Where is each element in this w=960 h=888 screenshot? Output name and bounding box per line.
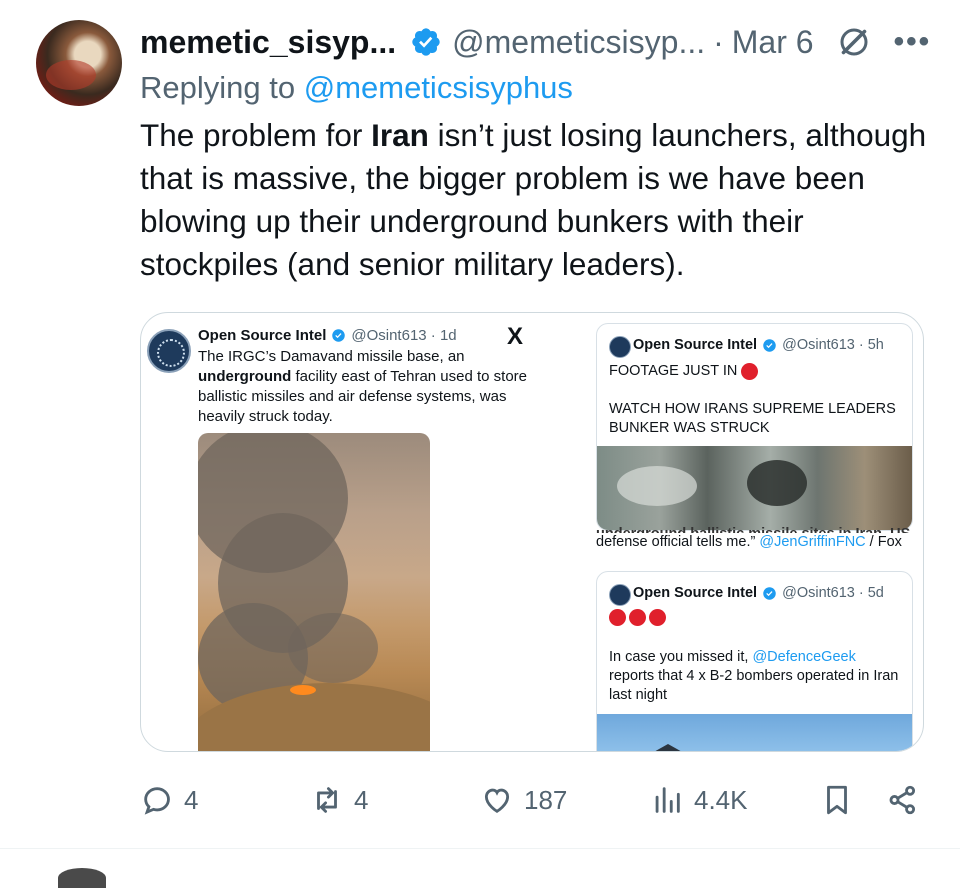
grok-icon[interactable] — [836, 24, 872, 60]
tweet-text-bold: Iran — [371, 117, 429, 153]
embedded-header: Open Source Intel @Osint613 · 5h — [633, 337, 884, 353]
tweet-date[interactable]: Mar 6 — [732, 24, 814, 61]
tweet-media[interactable]: Open Source Intel @Osint613 · 1d X The I… — [140, 312, 924, 752]
next-post-avatar[interactable] — [58, 868, 106, 888]
repost-icon — [317, 787, 337, 813]
red-circle-icon — [609, 608, 626, 626]
fragment-text: defense official tells me.” — [596, 534, 760, 550]
bookmark-icon — [827, 785, 847, 815]
embedded-name: Open Source Intel — [633, 337, 758, 353]
like-count: 187 — [524, 784, 568, 815]
embedded-header: Open Source Intel @Osint613 · 5d — [633, 585, 884, 601]
sky-image — [597, 714, 912, 751]
author-handle[interactable]: @memeticsisyp... — [452, 24, 705, 61]
verified-badge-icon — [763, 338, 776, 352]
fragment-mention[interactable]: @JenGriffinFNC — [759, 534, 865, 550]
embedded-name: Open Source Intel — [633, 585, 758, 601]
embedded-post-left: Open Source Intel @Osint613 · 1d X The I… — [141, 313, 561, 751]
embedded-text-2: reports that 4 x B-2 bombers operated in… — [609, 668, 899, 703]
tweet-text: The problem for Iran isn’t just losing l… — [140, 114, 940, 286]
embedded-handle-time: @Osint613 · 5d — [782, 585, 884, 601]
fragment-cut-text: underground ballistic missile sites in I… — [596, 525, 911, 533]
bookmark-button[interactable] — [820, 780, 854, 820]
embedded-post-top-right: Open Source Intel @Osint613 · 5h FOOTAGE… — [596, 323, 913, 531]
red-circle-icon — [629, 608, 646, 626]
reply-count: 4 — [184, 784, 199, 815]
fragment-tail: / Fox — [865, 534, 902, 550]
satellite-image — [597, 446, 912, 530]
author-avatar[interactable] — [36, 20, 122, 106]
embedded-fragment: underground ballistic missile sites in I… — [596, 525, 911, 552]
analytics-icon — [655, 787, 680, 813]
embedded-text: In case you missed it, @DefenceGeek repo… — [609, 648, 899, 705]
osint-avatar — [147, 329, 191, 373]
embedded-name: Open Source Intel — [198, 327, 327, 344]
share-icon — [889, 785, 916, 815]
reply-to-link[interactable]: @memeticsisyphus — [304, 70, 573, 105]
verified-badge-icon — [763, 586, 776, 600]
like-button[interactable]: 187 — [480, 780, 567, 820]
reply-context: Replying to @memeticsisyphus — [140, 70, 573, 106]
repost-count: 4 — [354, 784, 369, 815]
views-button[interactable]: 4.4K — [650, 780, 748, 820]
embedded-line-1: FOOTAGE JUST IN — [609, 363, 738, 379]
view-count: 4.4K — [694, 784, 748, 815]
embedded-text-1: In case you missed it, — [609, 649, 753, 665]
embedded-handle-time: @Osint613 · 1d — [351, 327, 457, 344]
embedded-handle-time: @Osint613 · 5h — [782, 337, 884, 353]
embedded-text-bold: underground — [198, 368, 292, 385]
action-bar: 4 4 187 4.4K — [140, 780, 930, 824]
osint-avatar — [609, 584, 631, 606]
reply-prefix: Replying to — [140, 70, 296, 105]
reply-button[interactable]: 4 — [140, 780, 198, 820]
embedded-line-2: WATCH HOW IRANS SUPREME LEADERS BUNKER W… — [609, 401, 896, 436]
heart-icon — [484, 788, 510, 813]
divider — [0, 848, 960, 849]
reply-icon — [144, 787, 170, 815]
tweet-header: memetic_sisyp... @memeticsisyp... · Mar … — [140, 22, 940, 62]
tweet-text-before: The problem for — [140, 117, 372, 153]
share-button[interactable] — [886, 780, 920, 820]
verified-badge-icon — [332, 329, 346, 342]
embedded-text: FOOTAGE JUST IN — [609, 362, 899, 381]
embedded-header: Open Source Intel @Osint613 · 1d — [198, 327, 457, 344]
embedded-post-bottom-right: Open Source Intel @Osint613 · 5d In case… — [596, 571, 913, 751]
author-name[interactable]: memetic_sisyp... — [140, 24, 396, 61]
red-circle-icon — [649, 608, 666, 626]
separator-dot: · — [713, 23, 724, 60]
repost-button[interactable]: 4 — [310, 780, 368, 820]
red-circle-icon — [741, 362, 759, 380]
strike-photo — [198, 433, 430, 751]
embedded-text: The IRGC’s Damavand missile base, an und… — [198, 347, 528, 427]
osint-avatar — [609, 336, 631, 358]
more-options-icon[interactable]: ••• — [894, 27, 932, 57]
verified-badge-icon — [412, 28, 440, 56]
embedded-text-1: The IRGC’s Damavand missile base, an — [198, 348, 465, 365]
embedded-mention[interactable]: @DefenceGeek — [752, 649, 855, 665]
red-circles — [609, 608, 899, 627]
